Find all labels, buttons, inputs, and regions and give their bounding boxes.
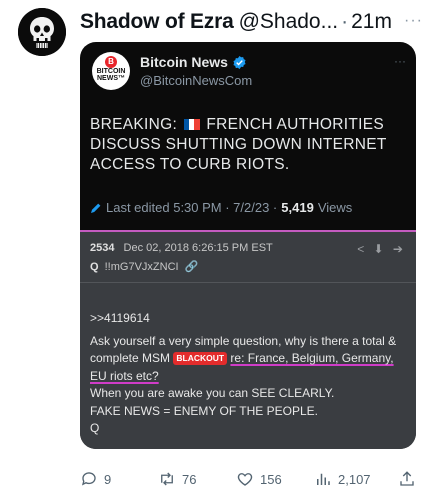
repost-icon [161, 472, 173, 486]
board-line-3: complete MSM BLACKOUT re: France, Belgiu… [90, 350, 410, 368]
bitcoin-logo-icon: B [105, 56, 117, 68]
skull-icon [18, 8, 66, 56]
quoted-more-icon: ··· [394, 54, 406, 68]
logo-text-line1: BITCOIN [96, 68, 126, 75]
share-button[interactable] [398, 470, 422, 488]
edited-timestamp: Last edited 5:30 PM · 7/2/23 · [106, 200, 278, 215]
board-post-number: 2534 [90, 242, 115, 254]
quoted-meta: Last edited 5:30 PM · 7/2/23 · 5,419 Vie… [90, 200, 352, 215]
board-separator [80, 282, 416, 283]
repost-button[interactable]: 76 [158, 470, 196, 488]
action-bar: 9 76 156 2,107 [80, 470, 420, 490]
post-header: Shadow of Ezra @Shado... · 21m ··· [80, 10, 429, 36]
like-count: 156 [260, 471, 282, 487]
trip-name: Q [90, 261, 99, 273]
author-avatar[interactable] [18, 8, 66, 56]
quoted-text-breaking: BREAKING: [90, 116, 178, 133]
like-button[interactable]: 156 [236, 470, 282, 488]
board-post-body: >>4119614 Ask yourself a very simple que… [90, 310, 410, 438]
board-post: 2534 Dec 02, 2018 6:26:15 PM EST < ⬇ ➔ Q… [80, 232, 416, 449]
heart-icon [237, 473, 253, 486]
board-line-3b: re: France, Belgium, Germany, [230, 351, 394, 365]
board-post-meta: 2534 Dec 02, 2018 6:26:15 PM EST [90, 242, 273, 254]
board-line-4: EU riots etc? [90, 368, 159, 383]
edit-pencil-icon [91, 203, 101, 213]
tripcode: !!mG7VJxZNCI [104, 261, 179, 273]
share-icon [400, 471, 414, 486]
quoted-author-handle: @BitcoinNewsCom [140, 73, 253, 88]
board-line-6: FAKE NEWS = ENEMY OF THE PEOPLE. [90, 403, 318, 418]
bitcoin-news-logo: B BITCOIN NEWS™ [92, 52, 130, 90]
board-trip: Q !!mG7VJxZNCI 🔗 [90, 260, 198, 273]
board-share-icons: < ⬇ ➔ [357, 242, 406, 256]
board-line-5: When you are awake you can SEE CLEARLY. [90, 386, 335, 400]
separator-dot: · [341, 10, 349, 33]
link-icon: 🔗 [184, 261, 199, 273]
views-button[interactable]: 2,107 [314, 470, 371, 488]
reply-icon [81, 472, 96, 486]
author-name[interactable]: Shadow of Ezra [80, 10, 234, 34]
author-handle[interactable]: @Shado... [239, 10, 339, 34]
repost-count: 76 [182, 471, 197, 487]
embedded-image[interactable]: B BITCOIN NEWS™ Bitcoin News @BitcoinNew… [80, 42, 416, 449]
quoted-text: BREAKING: FRENCH AUTHORITIES DISCUSS SHU… [90, 115, 408, 175]
quoted-author: Bitcoin News [140, 54, 247, 70]
logo-text-line2: NEWS™ [97, 75, 125, 82]
board-line-7: Q [90, 421, 100, 435]
quoted-author-name: Bitcoin News [140, 54, 228, 70]
board-line-2: Ask yourself a very simple question, why… [90, 333, 397, 348]
france-flag-icon [183, 119, 200, 130]
board-post-date: Dec 02, 2018 6:26:15 PM EST [123, 242, 273, 254]
verified-badge-icon [233, 55, 246, 69]
board-line-3a: complete MSM [90, 351, 171, 365]
blackout-badge: BLACKOUT [173, 352, 228, 365]
board-line-reply: >>4119614 [90, 311, 150, 325]
reply-count: 9 [104, 471, 112, 487]
views-label: Views [317, 200, 353, 215]
views-count: 5,419 [281, 200, 314, 215]
analytics-icon [317, 473, 330, 485]
post-time[interactable]: 21m [351, 10, 392, 34]
views-count-action: 2,107 [338, 471, 371, 487]
reply-button[interactable]: 9 [80, 470, 111, 488]
more-options-icon[interactable]: ··· [404, 12, 423, 30]
